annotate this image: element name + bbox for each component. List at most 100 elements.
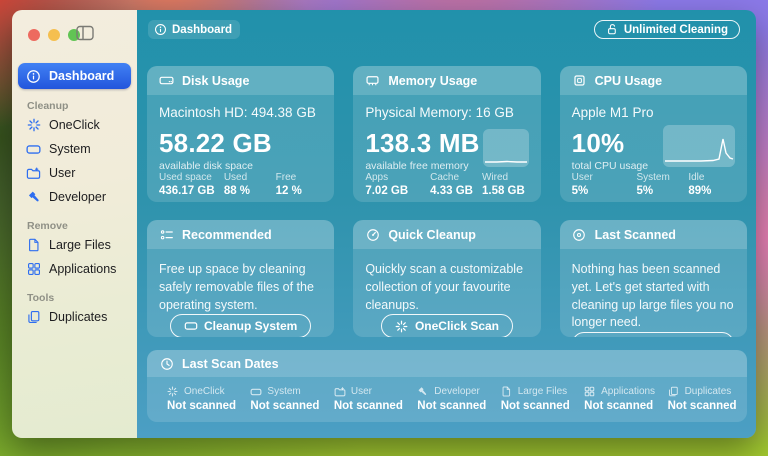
sidebar-section-tools: Tools (27, 292, 55, 304)
memory-sparkline-chart (482, 129, 529, 167)
cpu-usage-body: Apple M1 Pro 10% total CPU usage User 5% (560, 95, 747, 202)
disk-stats: Used space 436.17 GB Used 88 % Free 12 % (159, 172, 322, 197)
sidebar-section-remove: Remove (27, 220, 68, 232)
target-circle-icon (572, 227, 587, 242)
sidebar-item-label: Large Files (49, 238, 111, 252)
sidebar-item-user[interactable]: User (18, 161, 131, 185)
doc-on-doc-icon (668, 386, 680, 398)
quick-cleanup-header: Quick Cleanup (353, 220, 541, 249)
recommended-header: Recommended (147, 220, 335, 249)
sidebar-section-cleanup: Cleanup (27, 100, 69, 112)
folder-badge-icon (26, 166, 41, 181)
scan-status: Not scanned (584, 399, 654, 412)
cleanup-system-label: Cleanup System (203, 319, 298, 334)
window-controls (18, 24, 131, 44)
card-title: Quick Cleanup (388, 227, 476, 242)
card-title: CPU Usage (594, 73, 663, 88)
main-content: Dashboard Unlimited Cleaning Disk Usage (137, 10, 756, 438)
cpu-subtitle: Apple M1 Pro (571, 105, 654, 120)
hammer-icon (417, 386, 429, 398)
app-window: Dashboard Cleanup OneClick System User D… (12, 10, 756, 438)
stat-idle: Idle 89% (688, 172, 712, 197)
sidebar-item-applications[interactable]: Applications (18, 257, 131, 281)
sidebar-item-label: Developer (49, 190, 106, 204)
checklist-icon (159, 227, 174, 242)
minimize-window-button[interactable] (48, 29, 60, 41)
system-rect-icon (250, 386, 262, 398)
sparkle-icon (26, 118, 41, 133)
card-title: Disk Usage (182, 73, 250, 88)
scan-col-user: User Not scanned (333, 386, 403, 412)
cpu-stats: User 5% System 5% Idle 89% (572, 172, 735, 197)
card-title: Last Scan Dates (182, 356, 279, 371)
scan-status: Not scanned (500, 399, 570, 412)
disk-free-value: 58.22 GB (159, 128, 272, 158)
sidebar-item-developer[interactable]: Developer (18, 185, 131, 209)
cpu-chip-icon (572, 73, 587, 88)
last-scan-dates-card: Last Scan Dates OneClick Not scanned Sys… (147, 350, 747, 422)
last-scanned-body: Nothing has been scanned yet. Let's get … (560, 249, 747, 337)
oneclick-scan-label: OneClick Scan (414, 319, 500, 334)
sidebar-item-label: Dashboard (49, 69, 115, 83)
system-rect-icon (184, 319, 198, 333)
stat-used-pct: Used 88 % (223, 172, 251, 197)
document-icon (501, 386, 513, 398)
scan-col-developer: Developer Not scanned (417, 386, 487, 412)
sidebar-item-label: Applications (49, 262, 117, 276)
scan-col-oneclick: OneClick Not scanned (167, 385, 237, 412)
close-window-button[interactable] (28, 29, 40, 41)
sidebar-item-oneclick[interactable]: OneClick (18, 113, 131, 137)
memory-usage-card: Memory Usage Physical Memory: 16 GB 138.… (353, 66, 541, 202)
memory-subtitle: Physical Memory: 16 GB (365, 105, 514, 120)
scan-status: Not scanned (667, 399, 737, 412)
info-circle-icon (26, 69, 41, 84)
cpu-usage-header: CPU Usage (559, 66, 747, 95)
memory-usage-body: Physical Memory: 16 GB 138.3 MB availabl… (353, 95, 540, 202)
scan-status: Not scanned (417, 399, 487, 412)
sidebar-toggle-icon[interactable] (76, 25, 94, 41)
app-grid-icon (26, 262, 41, 277)
page-title: Dashboard (172, 23, 233, 36)
oneclick-scan-button[interactable]: OneClick Scan (380, 314, 514, 337)
disk-caption: available disk space (159, 160, 253, 172)
stat-free-pct: Free 12 % (275, 172, 302, 197)
sidebar-item-label: Duplicates (49, 310, 108, 324)
last-scan-dates-header: Last Scan Dates (147, 350, 747, 377)
doc-on-doc-icon (26, 310, 41, 325)
document-icon (26, 238, 41, 253)
stat-system: System 5% (636, 172, 670, 197)
stat-wired: Wired 1.58 GB (481, 172, 525, 197)
gauge-icon (365, 227, 380, 242)
scan-col-large-files: Large Files Not scanned (500, 386, 570, 412)
scan-col-applications: Applications Not scanned (584, 386, 656, 412)
action-cards-row: Recommended Free up space by cleaning sa… (147, 220, 747, 337)
sidebar-item-label: OneClick (49, 118, 100, 132)
sidebar-item-system[interactable]: System (18, 137, 131, 161)
scan-status: Not scanned (250, 399, 320, 412)
card-title: Memory Usage (388, 73, 478, 88)
stat-used-space: Used space 436.17 GB (159, 172, 215, 197)
scan-status: Not scanned (333, 399, 403, 412)
sidebar-item-large-files[interactable]: Large Files (18, 233, 131, 257)
cleanup-large-files-button[interactable]: Cleanup Large Files (572, 332, 735, 337)
folder-badge-icon (334, 386, 346, 398)
sidebar-item-dashboard[interactable]: Dashboard (18, 63, 131, 89)
unlimited-cleaning-button[interactable]: Unlimited Cleaning (593, 20, 740, 39)
quick-cleanup-description: Quickly scan a customizable collection o… (365, 262, 524, 312)
quick-cleanup-body: Quickly scan a customizable collection o… (353, 249, 540, 337)
internal-drive-icon (159, 73, 174, 88)
card-title: Recommended (182, 227, 272, 242)
unlimited-cleaning-label: Unlimited Cleaning (623, 23, 728, 36)
scan-col-system: System Not scanned (250, 386, 320, 412)
disk-usage-card: Disk Usage Macintosh HD: 494.38 GB 58.22… (147, 66, 335, 202)
disk-subtitle: Macintosh HD: 494.38 GB (159, 105, 316, 120)
clock-icon (159, 356, 174, 371)
sparkle-icon (395, 319, 409, 333)
scan-col-duplicates: Duplicates Not scanned (667, 386, 737, 412)
memory-chip-icon (365, 73, 380, 88)
sidebar-item-duplicates[interactable]: Duplicates (18, 305, 131, 329)
sidebar-item-label: User (49, 166, 76, 180)
cleanup-system-button[interactable]: Cleanup System (169, 314, 312, 337)
last-scanned-card: Last Scanned Nothing has been scanned ye… (559, 220, 747, 337)
recommended-body: Free up space by cleaning safely removab… (147, 249, 334, 337)
